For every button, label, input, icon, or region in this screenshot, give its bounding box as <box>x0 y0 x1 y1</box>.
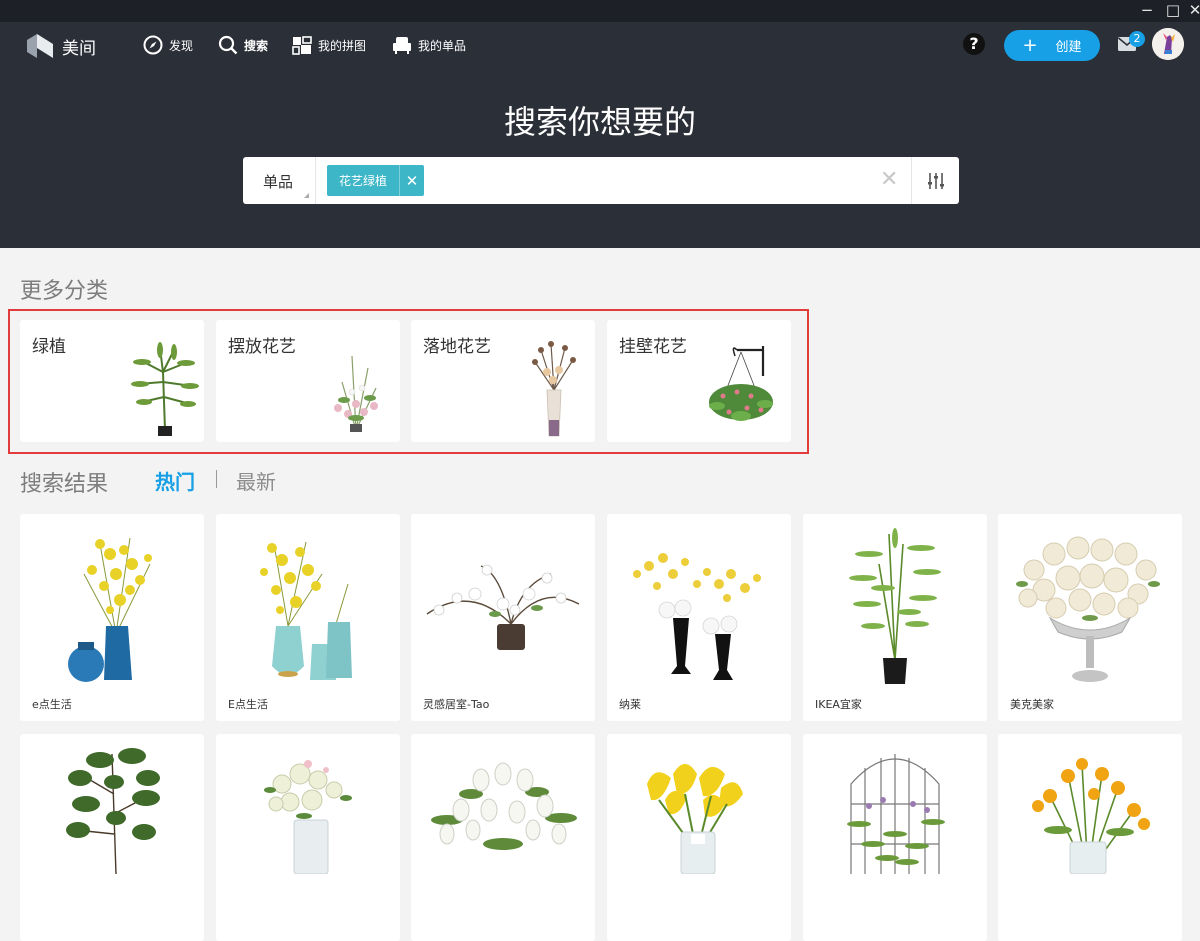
close-window-button[interactable]: ✕ <box>1184 1 1200 19</box>
nav-search-label: 搜索 <box>244 38 269 53</box>
search-type-value: 单品 <box>263 173 294 191</box>
nav-discover[interactable]: 发现 <box>143 35 193 55</box>
result-card[interactable] <box>216 734 400 941</box>
product-image <box>849 528 941 684</box>
result-card[interactable] <box>411 734 595 941</box>
category-card-floor-arrangements[interactable]: 落地花艺 <box>411 320 595 442</box>
product-brand: IKEA宜家 <box>815 698 862 711</box>
search-type-select[interactable]: 单品 <box>243 157 316 204</box>
category-label: 摆放花艺 <box>228 337 296 357</box>
result-card[interactable]: 美克美家 <box>998 514 1182 721</box>
dropdown-corner-icon <box>304 193 309 198</box>
category-label: 落地花艺 <box>423 337 491 357</box>
result-card[interactable]: 灵感居室-Tao <box>411 514 595 721</box>
nav-search[interactable]: 搜索 <box>218 35 268 55</box>
search-bar: 单品 花艺绿植 ✕ ✕ <box>243 157 959 204</box>
avatar-image <box>1152 28 1184 60</box>
result-card[interactable] <box>998 734 1182 941</box>
tab-newest[interactable]: 最新 <box>236 466 276 495</box>
create-button[interactable]: + 创建 <box>1004 30 1100 61</box>
palm-plant-image <box>131 342 199 436</box>
help-button[interactable]: ? <box>963 33 985 55</box>
search-tag-label: 花艺绿植 <box>339 174 388 188</box>
tag-remove-icon[interactable]: ✕ <box>399 165 424 196</box>
product-image <box>426 564 580 650</box>
product-image <box>431 762 577 850</box>
product-image <box>633 553 761 680</box>
product-image <box>66 748 160 874</box>
category-card-green-plants[interactable]: 绿植 <box>20 320 204 442</box>
result-card[interactable]: E点生活 <box>216 514 400 721</box>
top-navbar: 美间 发现 搜索 我的拼图 我的单品 ? + 创建 2 <box>0 22 1200 70</box>
product-brand: E点生活 <box>228 698 268 711</box>
flower-arrangement-image <box>334 355 378 432</box>
hero-title: 搜索你想要的 <box>503 103 696 141</box>
nav-my-collages-label: 我的拼图 <box>318 38 367 53</box>
category-card-wall-arrangements[interactable]: 挂壁花艺 <box>607 320 791 442</box>
product-image <box>264 760 352 874</box>
product-image <box>647 764 743 874</box>
category-card-table-arrangements[interactable]: 摆放花艺 <box>216 320 400 442</box>
app-name: 美间 <box>62 39 96 59</box>
tab-hot[interactable]: 热门 <box>155 466 195 495</box>
search-results-title: 搜索结果 <box>20 472 109 497</box>
maximize-button[interactable]: □ <box>1162 1 1184 19</box>
product-image <box>1032 758 1150 874</box>
minimize-button[interactable]: − <box>1136 1 1158 19</box>
result-card[interactable]: IKEA宜家 <box>803 514 987 721</box>
product-brand: 美克美家 <box>1010 698 1054 711</box>
filter-sliders-icon <box>928 172 944 189</box>
product-image <box>1016 536 1160 682</box>
tab-divider <box>216 470 217 488</box>
result-card[interactable]: 纳莱 <box>607 514 791 721</box>
product-image <box>260 541 352 680</box>
search-icon <box>218 35 238 55</box>
product-image <box>847 754 945 874</box>
floor-vase-image <box>532 341 576 437</box>
result-card[interactable]: e点生活 <box>20 514 204 721</box>
product-brand: e点生活 <box>32 698 72 711</box>
avatar[interactable] <box>1152 28 1184 60</box>
search-tag: 花艺绿植 ✕ <box>327 165 425 196</box>
result-card[interactable] <box>607 734 791 941</box>
product-image <box>68 537 152 682</box>
category-label: 绿植 <box>32 337 66 357</box>
nav-my-items-label: 我的单品 <box>418 38 467 53</box>
more-categories-title: 更多分类 <box>20 279 109 304</box>
filter-button[interactable] <box>911 157 960 204</box>
create-button-label: 创建 <box>1055 40 1082 55</box>
window-titlebar: − □ ✕ <box>0 0 1200 22</box>
app-header: − □ ✕ 美间 发现 搜索 我的拼图 我的单品 ? + 创建 2 搜索你想要的… <box>0 0 1200 248</box>
plus-icon: + <box>1022 34 1038 56</box>
product-brand: 灵感居室-Tao <box>423 698 490 711</box>
nav-my-items[interactable]: 我的单品 <box>392 35 466 55</box>
nav-discover-label: 发现 <box>169 38 194 53</box>
collage-icon <box>292 36 312 55</box>
notification-badge: 2 <box>1129 31 1145 47</box>
product-brand: 纳莱 <box>619 698 641 711</box>
result-card[interactable] <box>803 734 987 941</box>
clear-search-icon[interactable]: ✕ <box>880 167 898 192</box>
nav-my-collages[interactable]: 我的拼图 <box>292 35 366 55</box>
category-label: 挂壁花艺 <box>619 337 687 357</box>
logo-icon[interactable] <box>27 32 53 60</box>
hanging-basket-image <box>709 346 773 421</box>
result-card[interactable] <box>20 734 204 941</box>
armchair-icon <box>393 37 411 54</box>
compass-icon <box>143 35 163 55</box>
